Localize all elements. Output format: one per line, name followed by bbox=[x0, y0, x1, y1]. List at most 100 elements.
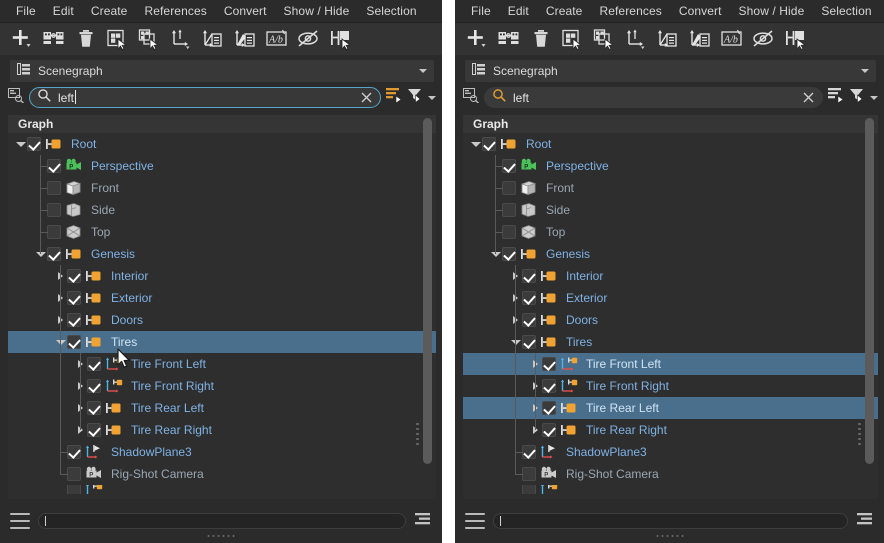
tree-row[interactable]: Tires bbox=[463, 331, 878, 353]
menu-item-show-hide[interactable]: Show / Hide bbox=[276, 2, 359, 21]
tree-row[interactable]: Tire Rear Right bbox=[463, 419, 878, 441]
menu-item-create[interactable]: Create bbox=[538, 2, 592, 21]
visibility-checkbox[interactable] bbox=[47, 225, 61, 239]
visibility-checkbox[interactable] bbox=[502, 203, 516, 217]
menu-item-file[interactable]: File bbox=[8, 2, 45, 21]
visibility-checkbox[interactable] bbox=[542, 423, 556, 437]
menu-item-convert[interactable]: Convert bbox=[671, 2, 731, 21]
collapse-arrow-icon[interactable] bbox=[34, 243, 47, 265]
hide-button[interactable] bbox=[749, 25, 780, 53]
tree-row[interactable]: Exterior bbox=[463, 287, 878, 309]
tree-row-partial[interactable] bbox=[463, 485, 878, 494]
visibility-checkbox[interactable] bbox=[87, 379, 101, 393]
delete-button[interactable] bbox=[70, 25, 101, 53]
command-input-left[interactable] bbox=[38, 513, 406, 529]
tree-row[interactable]: Front bbox=[8, 177, 436, 199]
transform-button[interactable] bbox=[166, 25, 197, 53]
close-icon[interactable] bbox=[800, 90, 816, 106]
visibility-checkbox[interactable] bbox=[542, 401, 556, 415]
copy-transform-button[interactable] bbox=[198, 25, 229, 53]
collapse-arrow-icon[interactable] bbox=[489, 243, 502, 265]
expand-arrow-icon[interactable] bbox=[529, 375, 542, 397]
list-options-icon[interactable] bbox=[856, 511, 876, 532]
visibility-checkbox[interactable] bbox=[542, 357, 556, 371]
funnel-icon[interactable] bbox=[407, 87, 423, 108]
scrollbar-thumb[interactable] bbox=[865, 118, 874, 464]
expand-arrow-icon[interactable] bbox=[74, 375, 87, 397]
copy-transform-button[interactable] bbox=[653, 25, 684, 53]
tree-row[interactable]: P Rig-Shot Camera bbox=[463, 463, 878, 485]
tree-row[interactable]: Interior bbox=[8, 265, 436, 287]
visibility-checkbox[interactable] bbox=[502, 225, 516, 239]
tree-row[interactable]: Genesis bbox=[8, 243, 436, 265]
menu-item-selection[interactable]: Selection bbox=[813, 2, 880, 21]
list-options-icon[interactable] bbox=[414, 511, 434, 532]
panel-grip-left[interactable] bbox=[416, 423, 419, 449]
tree-vscrollbar-right[interactable] bbox=[865, 118, 874, 496]
visibility-checkbox[interactable] bbox=[87, 357, 101, 371]
panel-grip-right[interactable] bbox=[858, 423, 861, 449]
expand-arrow-icon[interactable] bbox=[54, 287, 67, 309]
visibility-checkbox[interactable] bbox=[47, 203, 61, 217]
close-icon[interactable] bbox=[358, 90, 374, 106]
menu-item-edit[interactable]: Edit bbox=[45, 2, 83, 21]
select-children-button[interactable] bbox=[589, 25, 620, 53]
select-group-button[interactable] bbox=[102, 25, 133, 53]
menu-item-edit[interactable]: Edit bbox=[500, 2, 538, 21]
visibility-checkbox[interactable] bbox=[67, 485, 81, 494]
visibility-checkbox[interactable] bbox=[47, 247, 61, 261]
select-group-button[interactable] bbox=[557, 25, 588, 53]
tree-vscrollbar-left[interactable] bbox=[423, 118, 432, 496]
tree-row[interactable]: Top bbox=[8, 221, 436, 243]
tree-row[interactable]: Interior bbox=[463, 265, 878, 287]
visibility-checkbox[interactable] bbox=[27, 137, 41, 151]
visibility-checkbox[interactable] bbox=[522, 467, 536, 481]
collapse-arrow-icon[interactable] bbox=[469, 133, 482, 155]
tree-row[interactable]: Tire Front Left bbox=[463, 353, 878, 375]
hamburger-icon[interactable] bbox=[10, 513, 30, 529]
visibility-checkbox[interactable] bbox=[522, 335, 536, 349]
tree-row[interactable]: Doors bbox=[8, 309, 436, 331]
tree-row[interactable]: Tire Rear Left bbox=[463, 397, 878, 419]
expand-arrow-icon[interactable] bbox=[509, 287, 522, 309]
tree-row[interactable]: P Perspective bbox=[8, 155, 436, 177]
menu-item-selection[interactable]: Selection bbox=[358, 2, 425, 21]
visibility-checkbox[interactable] bbox=[522, 445, 536, 459]
tree-row[interactable]: Side bbox=[8, 199, 436, 221]
transform-button[interactable] bbox=[621, 25, 652, 53]
visibility-checkbox[interactable] bbox=[542, 379, 556, 393]
tree-row[interactable]: Exterior bbox=[8, 287, 436, 309]
visibility-checkbox[interactable] bbox=[47, 181, 61, 195]
link-nodes-button[interactable] bbox=[38, 25, 69, 53]
visibility-checkbox[interactable] bbox=[67, 467, 81, 481]
menu-item-file[interactable]: File bbox=[463, 2, 500, 21]
tree-row[interactable]: Tires bbox=[8, 331, 436, 353]
sort-filter-icon[interactable] bbox=[385, 87, 403, 108]
expand-arrow-icon[interactable] bbox=[509, 265, 522, 287]
rename-button[interactable]: A/b bbox=[717, 25, 748, 53]
visibility-checkbox[interactable] bbox=[482, 137, 496, 151]
chevron-down-icon[interactable] bbox=[428, 95, 436, 100]
resize-grip-right[interactable] bbox=[656, 535, 683, 537]
sort-filter-icon[interactable] bbox=[827, 87, 845, 108]
visibility-checkbox[interactable] bbox=[87, 401, 101, 415]
expand-arrow-icon[interactable] bbox=[529, 397, 542, 419]
pick-button[interactable] bbox=[326, 25, 357, 53]
tree-row[interactable]: P Rig-Shot Camera bbox=[8, 463, 436, 485]
tree-row[interactable]: Genesis bbox=[463, 243, 878, 265]
menu-item-show-hide[interactable]: Show / Hide bbox=[731, 2, 814, 21]
delete-button[interactable] bbox=[525, 25, 556, 53]
visibility-checkbox[interactable] bbox=[67, 313, 81, 327]
tree-row[interactable]: Side bbox=[463, 199, 878, 221]
visibility-checkbox[interactable] bbox=[87, 423, 101, 437]
tree-row[interactable]: Root bbox=[8, 133, 436, 155]
expand-arrow-icon[interactable] bbox=[509, 309, 522, 331]
tree-row[interactable]: Tire Front Right bbox=[8, 375, 436, 397]
menu-item-references[interactable]: References bbox=[591, 2, 670, 21]
expand-arrow-icon[interactable] bbox=[74, 397, 87, 419]
menu-item-create[interactable]: Create bbox=[83, 2, 137, 21]
tree-row[interactable]: Tire Rear Right bbox=[8, 419, 436, 441]
collapse-arrow-icon[interactable] bbox=[509, 331, 522, 353]
hamburger-icon[interactable] bbox=[465, 513, 485, 529]
rename-button[interactable]: A/b bbox=[262, 25, 293, 53]
